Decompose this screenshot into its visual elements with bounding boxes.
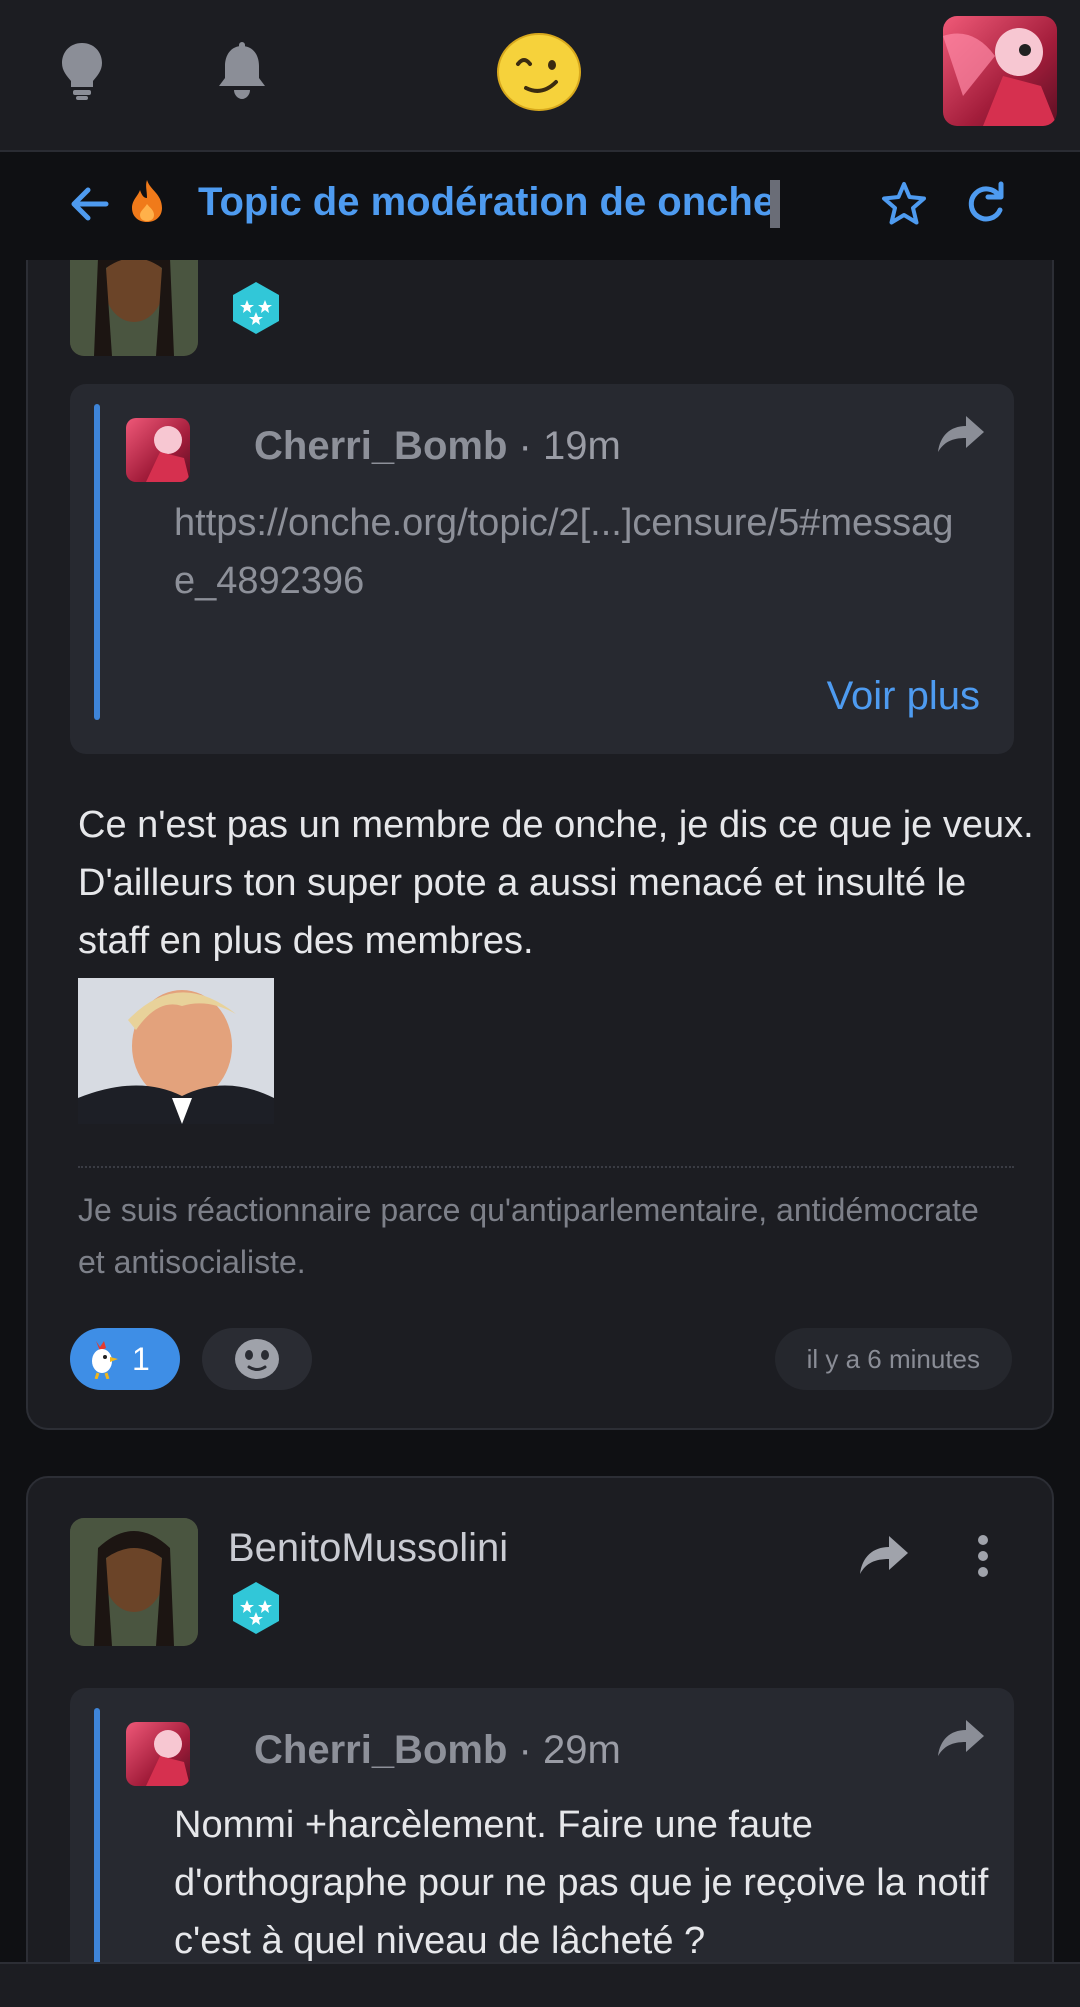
post-body: Ce n'est pas un membre de onche, je dis … xyxy=(78,804,1034,962)
quote-separator: · xyxy=(518,424,543,468)
signature-separator xyxy=(78,1166,1014,1168)
quote-separator: · xyxy=(518,1728,543,1772)
quote-author-avatar[interactable] xyxy=(126,418,190,482)
lightbulb-icon[interactable] xyxy=(52,38,112,104)
more-options-icon[interactable] xyxy=(976,1534,990,1578)
post-card: Cherri_Bomb · 19m https://onche.org/topi… xyxy=(26,260,1054,1430)
quoted-message: Cherri_Bomb · 29m Nommi +harcèlement. Fa… xyxy=(70,1688,1014,1994)
quote-bar xyxy=(94,404,100,720)
voir-plus-link[interactable]: Voir plus xyxy=(827,674,980,719)
quote-text[interactable]: Nommi +harcèlement. Faire une faute d'or… xyxy=(174,1796,994,1970)
quote-author[interactable]: Cherri_Bomb · 29m xyxy=(254,1728,621,1773)
add-reaction-button[interactable] xyxy=(202,1328,312,1390)
top-app-bar xyxy=(0,0,1080,152)
reaction-count: 1 xyxy=(132,1340,150,1377)
quote-author[interactable]: Cherri_Bomb · 19m xyxy=(254,424,621,469)
quote-bar xyxy=(94,1708,100,1994)
quote-text[interactable]: https://onche.org/topic/2[...]censure/5#… xyxy=(174,494,974,610)
quote-author-name[interactable]: Cherri_Bomb xyxy=(254,424,507,468)
topic-header: Topic de modération de onche xyxy=(0,152,1080,260)
quote-author-avatar[interactable] xyxy=(126,1722,190,1786)
post-image[interactable] xyxy=(78,978,274,1124)
topic-title[interactable]: Topic de modération de onche xyxy=(198,180,775,225)
rank-badge-icon xyxy=(228,280,284,336)
user-avatar[interactable] xyxy=(943,16,1057,126)
text-caret xyxy=(770,180,780,228)
share-icon[interactable] xyxy=(936,414,986,454)
post-timestamp: il y a 6 minutes xyxy=(774,1328,1012,1390)
refresh-icon[interactable] xyxy=(966,180,1006,226)
bell-icon[interactable] xyxy=(212,38,272,104)
author-avatar[interactable] xyxy=(70,1518,198,1646)
rank-badge-icon xyxy=(228,1580,284,1636)
flame-icon xyxy=(130,178,164,224)
quote-age: 29m xyxy=(542,1728,621,1772)
smirk-emoji-icon[interactable] xyxy=(496,32,582,112)
share-icon[interactable] xyxy=(936,1718,986,1758)
rooster-icon xyxy=(92,1341,118,1379)
star-icon[interactable] xyxy=(880,180,928,228)
post-author[interactable]: BenitoMussolini xyxy=(228,1526,508,1571)
post-card: BenitoMussolini Cherri_Bomb · 29m Nommi … xyxy=(26,1476,1054,1996)
share-icon[interactable] xyxy=(858,1534,910,1576)
quote-author-name[interactable]: Cherri_Bomb xyxy=(254,1728,507,1772)
back-arrow-icon[interactable] xyxy=(68,182,110,226)
bottom-bar xyxy=(0,1962,1080,2007)
quote-age: 19m xyxy=(542,424,621,468)
reaction-button[interactable]: 1 xyxy=(70,1328,180,1390)
emoji-reaction-icon xyxy=(235,1339,279,1379)
quoted-message: Cherri_Bomb · 19m https://onche.org/topi… xyxy=(70,384,1014,754)
signature: Je suis réactionnaire parce qu'antiparle… xyxy=(78,1192,979,1280)
author-avatar[interactable] xyxy=(70,260,198,356)
